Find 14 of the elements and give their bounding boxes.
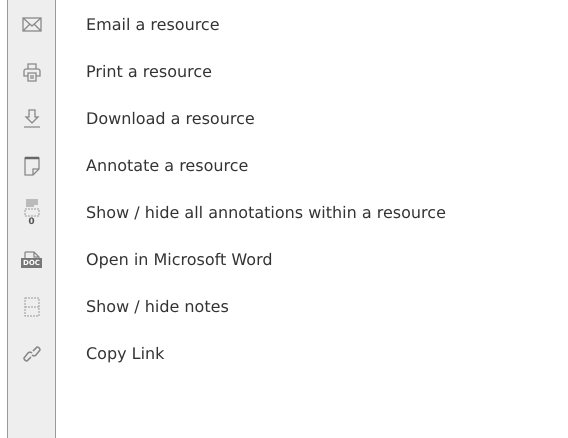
- action-label: Annotate a resource: [86, 156, 248, 175]
- action-label: Open in Microsoft Word: [86, 250, 273, 269]
- action-label: Copy Link: [86, 344, 164, 363]
- action-label: Show / hide notes: [86, 297, 229, 316]
- envelope-icon[interactable]: [22, 17, 42, 32]
- link-icon[interactable]: [22, 344, 40, 364]
- notes-icon[interactable]: [24, 296, 40, 316]
- action-label: Show / hide all annotations within a resource: [86, 203, 446, 222]
- action-label: Download a resource: [86, 109, 255, 128]
- action-label: Print a resource: [86, 62, 212, 81]
- note-icon[interactable]: [24, 156, 40, 176]
- printer-icon[interactable]: [22, 62, 40, 82]
- action-label: Email a resource: [86, 15, 220, 34]
- download-icon[interactable]: [22, 108, 40, 128]
